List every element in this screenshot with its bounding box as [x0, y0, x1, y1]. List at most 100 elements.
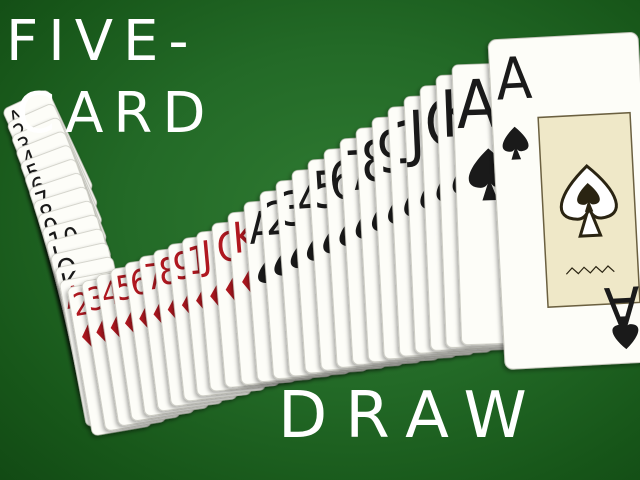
card-face	[371, 113, 475, 360]
fan-card: 9	[38, 200, 128, 343]
diamond-icon	[210, 278, 234, 312]
spade-icon	[339, 214, 372, 257]
fan-card: 8	[355, 123, 458, 363]
card-face	[42, 214, 131, 360]
fan-card: 6	[323, 144, 422, 368]
fan-card: 10	[387, 102, 493, 357]
card-rank: A	[62, 279, 87, 317]
card-face	[67, 278, 152, 436]
card-face	[211, 217, 297, 388]
fan-card: 2	[259, 186, 351, 380]
card-rank: 9	[40, 212, 63, 246]
card-face	[46, 228, 135, 377]
card-face	[55, 256, 142, 410]
card-rank: J	[404, 98, 426, 170]
card-face	[96, 266, 181, 426]
card-rank: 3	[84, 279, 108, 319]
fan-card: 3	[275, 175, 369, 377]
card-face	[110, 260, 195, 421]
card-face	[20, 145, 111, 276]
diamond-icon	[196, 283, 219, 316]
card-rank: 9	[375, 117, 412, 187]
fan-card: A	[243, 196, 333, 382]
card-face	[139, 249, 224, 412]
card-face	[227, 207, 315, 385]
card-face	[124, 254, 209, 416]
card-rank: 7	[32, 185, 55, 218]
fan-card: 8	[33, 187, 124, 326]
card-face	[33, 187, 124, 326]
diamond-icon	[225, 271, 250, 306]
ace-rank-top: A	[494, 44, 534, 114]
spade-icon	[420, 173, 459, 222]
spade-icon	[323, 223, 355, 264]
card-rank: Q	[423, 85, 471, 161]
fan-card: 5	[20, 145, 111, 276]
club-icon	[34, 173, 49, 192]
card-rank: 10	[45, 221, 84, 260]
card-face	[307, 154, 405, 371]
card-rank: K	[58, 265, 83, 302]
fan-card: 5	[307, 154, 405, 371]
card-face	[259, 186, 351, 380]
diamond-icon	[167, 293, 189, 324]
fan-card: J	[46, 228, 135, 377]
diamond-icon	[74, 315, 92, 340]
title-draw: DRAW	[278, 379, 545, 453]
fan-card: Q	[211, 217, 297, 388]
card-face	[243, 196, 333, 382]
fan-card: 7	[139, 249, 224, 412]
card-face	[51, 242, 138, 393]
ace-index-bottom: A	[602, 272, 640, 350]
fan-card: 7	[29, 173, 120, 309]
club-icon	[42, 201, 58, 221]
diamond-icon	[110, 312, 130, 341]
fan-card: 4	[16, 131, 107, 259]
card-rank: 4	[295, 169, 327, 229]
spade-icon	[372, 198, 407, 243]
card-face	[81, 272, 166, 431]
fan-card: K	[55, 256, 142, 410]
card-face	[59, 270, 145, 427]
card-rank: 6	[27, 171, 50, 203]
card-rank: 3	[279, 181, 310, 238]
fan-card: 10	[42, 214, 131, 360]
diamond-icon	[139, 303, 160, 332]
card-face	[25, 159, 115, 293]
card-rank: 8	[156, 249, 182, 294]
spade-icon	[436, 164, 476, 215]
fan-card: 10	[182, 231, 266, 397]
card-rank: 8	[36, 199, 59, 232]
card-rank: 2	[70, 286, 94, 324]
diamond-icon	[181, 288, 204, 320]
card-rank: 8	[359, 129, 395, 196]
fan-card: K	[227, 207, 315, 385]
card-face	[355, 123, 458, 363]
title-five: FIVE-	[6, 9, 199, 74]
card-face	[167, 237, 252, 402]
fan-card: 3	[81, 272, 166, 431]
fan-card: 2	[67, 278, 152, 436]
card-rank: 2	[263, 190, 293, 246]
card-rank: 10	[185, 235, 233, 284]
card-face	[153, 243, 238, 407]
card-face	[16, 131, 107, 259]
fan-card: 6	[124, 254, 209, 416]
card-rank: J	[47, 240, 64, 274]
diamond-icon	[96, 317, 115, 345]
card-rank: 5	[311, 161, 344, 222]
fan-card: 7	[339, 133, 440, 365]
card-rank: 9	[171, 243, 197, 289]
fan-card: Q	[51, 242, 138, 393]
club-icon	[50, 230, 67, 251]
spade-icon	[307, 231, 338, 271]
card-face	[29, 173, 120, 309]
fan-card: J	[196, 226, 280, 392]
club-icon	[29, 158, 44, 177]
diamond-icon	[124, 307, 145, 336]
card-face	[38, 200, 128, 343]
spade-icon	[258, 256, 286, 292]
fan-card: 9	[371, 113, 475, 360]
card-rank: A	[247, 202, 278, 255]
fan-card: 8	[153, 243, 238, 407]
